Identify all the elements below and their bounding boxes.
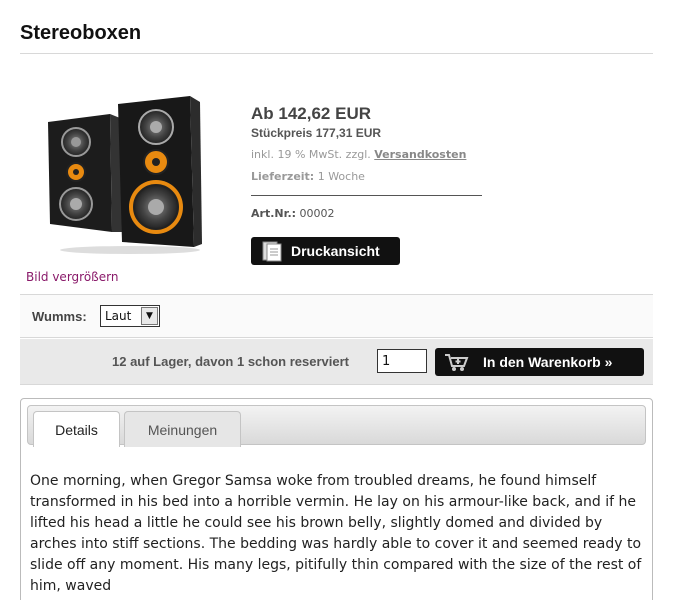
artnr-label: Art.Nr.: <box>251 207 297 220</box>
tabs-container: Details Meinungen One morning, when Greg… <box>20 398 653 600</box>
unit-price: Stückpreis 177,31 EUR <box>251 126 382 140</box>
price-divider <box>251 195 482 196</box>
page-title: Stereoboxen <box>20 22 142 44</box>
option-label: Wumms: <box>32 309 87 324</box>
stock-info: 12 auf Lager, davon 1 schon reserviert <box>112 354 349 369</box>
delivery-time: Lieferzeit: 1 Woche <box>251 170 365 183</box>
cart-icon <box>445 354 469 371</box>
tax-info: inkl. 19 % MwSt. zzgl. Versandkosten <box>251 148 466 161</box>
options-row: Wumms: Laut ▼ <box>20 294 653 338</box>
tab-reviews[interactable]: Meinungen <box>124 411 241 447</box>
article-number: Art.Nr.: 00002 <box>251 207 335 220</box>
price-main: Ab 142,62 EUR <box>251 104 371 123</box>
add-to-cart-button[interactable]: In den Warenkorb » <box>435 348 644 376</box>
delivery-label: Lieferzeit: <box>251 170 315 183</box>
cart-row: 12 auf Lager, davon 1 schon reserviert 1… <box>20 339 653 385</box>
wumms-select[interactable]: Laut ▼ <box>100 305 160 327</box>
print-view-label: Druckansicht <box>291 243 380 259</box>
wumms-selected-value: Laut <box>105 309 132 323</box>
tax-text: inkl. 19 % MwSt. zzgl. <box>251 148 371 161</box>
product-image[interactable] <box>40 92 210 257</box>
artnr-value: 00002 <box>299 207 335 220</box>
dropdown-arrow-icon[interactable]: ▼ <box>141 307 158 325</box>
product-description: One morning, when Gregor Samsa woke from… <box>30 473 642 594</box>
quantity-input[interactable]: 1 <box>377 349 427 373</box>
title-divider <box>20 53 653 54</box>
tab-bar: Details Meinungen <box>27 405 646 447</box>
tab-details[interactable]: Details <box>33 411 120 447</box>
shipping-costs-link[interactable]: Versandkosten <box>374 148 466 161</box>
add-to-cart-label: In den Warenkorb » <box>483 354 613 370</box>
print-icon <box>262 241 282 262</box>
enlarge-image-link[interactable]: Bild vergrößern <box>26 270 118 284</box>
print-view-button[interactable]: Druckansicht <box>251 237 400 265</box>
delivery-value: 1 Woche <box>317 170 365 183</box>
